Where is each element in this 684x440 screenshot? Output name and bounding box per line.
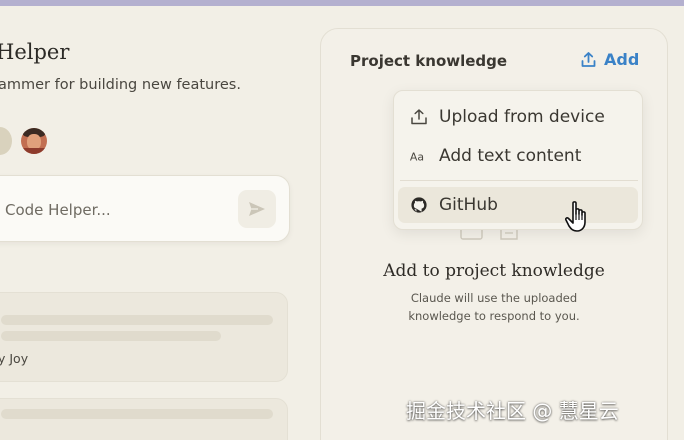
add-knowledge-menu: Upload from device Aa Add text content G…: [393, 90, 643, 230]
menu-divider: [400, 180, 638, 181]
empty-state-subtitle-line: Claude will use the uploaded: [410, 291, 578, 305]
conversation-author: y Joy: [0, 351, 29, 366]
svg-text:Aa: Aa: [410, 151, 424, 164]
top-accent-bar: [0, 0, 684, 6]
menu-item-label: GitHub: [439, 195, 498, 215]
menu-item-github[interactable]: GitHub: [398, 187, 638, 223]
avatar: [0, 127, 12, 155]
empty-state-subtitle: Claude will use the uploaded knowledge t…: [320, 289, 668, 325]
text-icon: Aa: [409, 146, 429, 166]
conversation-card[interactable]: [0, 292, 288, 382]
upload-icon: [581, 52, 596, 67]
menu-item-add-text-content[interactable]: Aa Add text content: [394, 138, 642, 174]
avatar: [21, 128, 47, 154]
empty-state-title: Add to project knowledge: [383, 261, 605, 281]
upload-icon: [409, 107, 429, 127]
menu-item-label: Upload from device: [439, 107, 605, 127]
add-knowledge-button[interactable]: Add: [580, 50, 639, 69]
watermark: 掘金技术社区 @ 慧星云: [406, 399, 619, 423]
menu-item-upload-from-device[interactable]: Upload from device: [394, 99, 642, 135]
send-button[interactable]: [238, 190, 276, 228]
panel-title: Project knowledge: [350, 52, 508, 70]
project-title: Helper: [0, 40, 70, 64]
send-icon: [249, 202, 265, 216]
project-description: ammer for building new features.: [0, 77, 241, 93]
add-label: Add: [604, 50, 640, 69]
menu-item-label: Add text content: [439, 146, 582, 166]
hand-cursor-icon: [564, 201, 586, 232]
empty-state-subtitle-line: knowledge to respond to you.: [408, 309, 580, 323]
chat-input-placeholder: Code Helper...: [5, 201, 111, 219]
conversation-card[interactable]: [0, 398, 288, 440]
github-icon: [409, 195, 429, 215]
